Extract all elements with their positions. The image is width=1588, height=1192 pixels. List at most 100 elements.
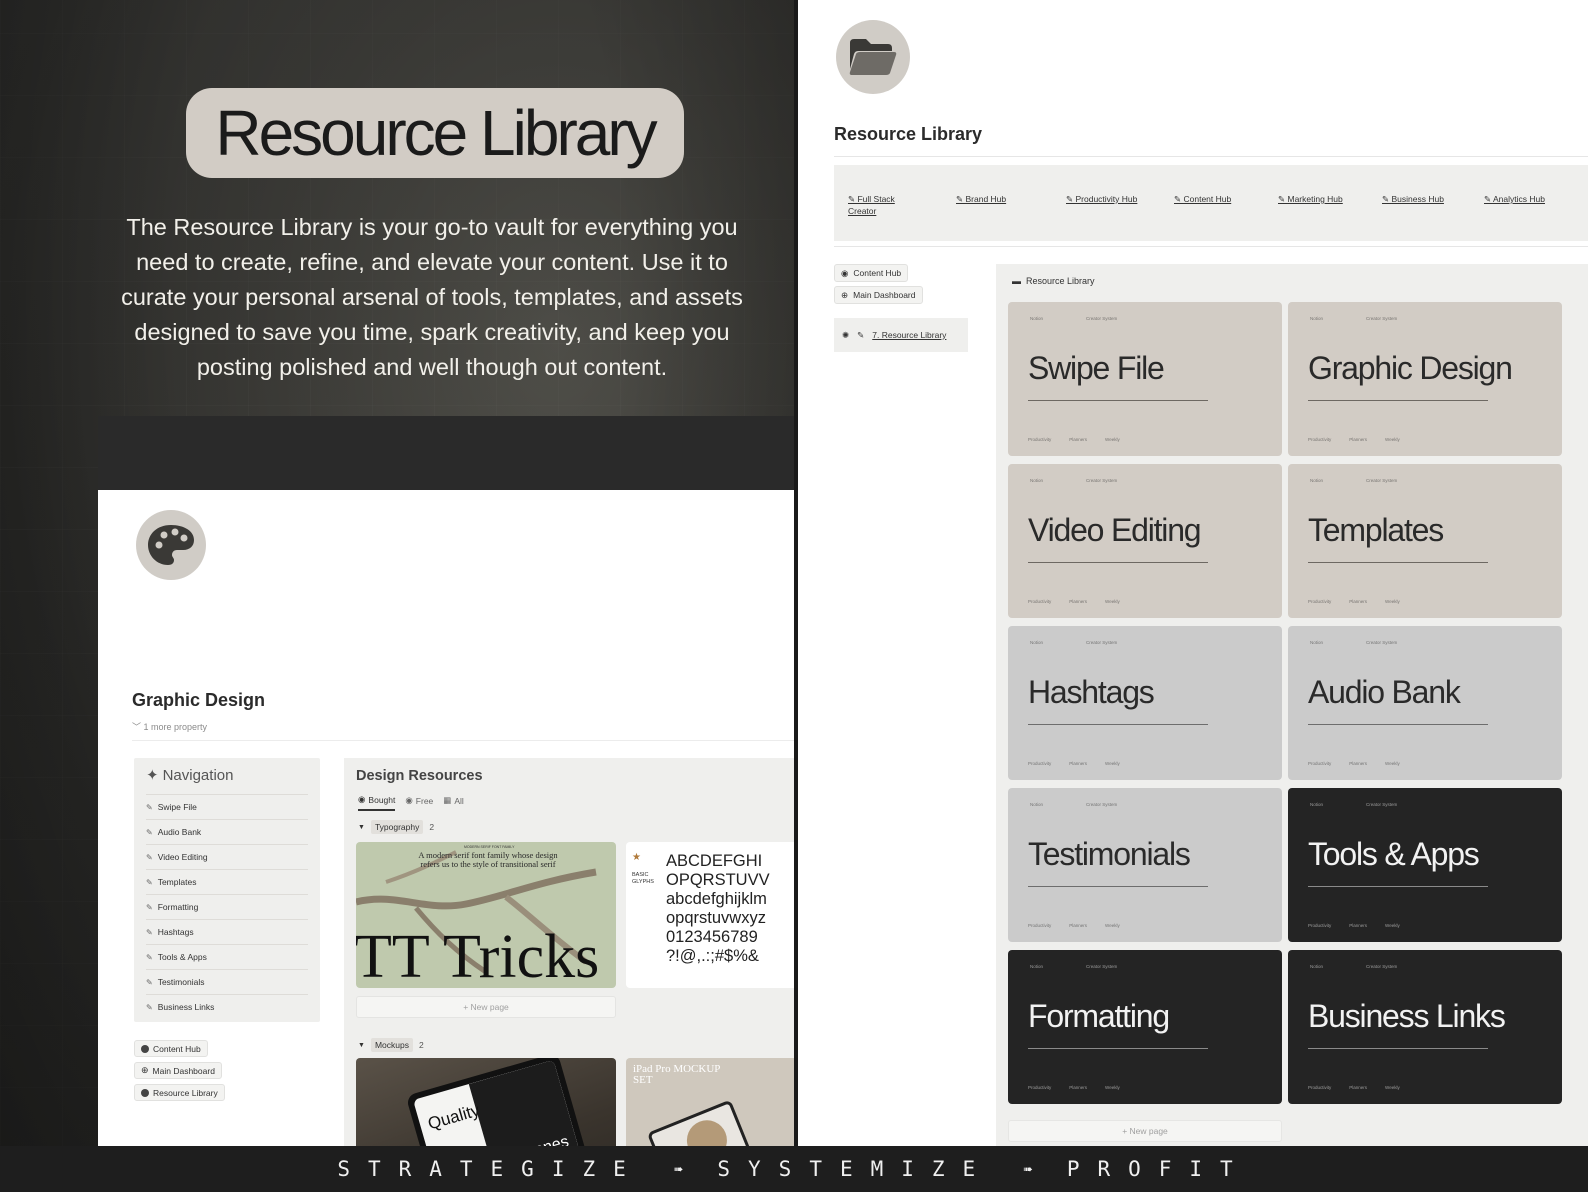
content-hub-link[interactable]: ◉ Content Hub <box>834 264 909 282</box>
tile-foot-label: Productivity <box>1308 599 1332 604</box>
page-link-icon: ✎ <box>146 1002 153 1012</box>
nav-item-label: Swipe File <box>157 802 197 812</box>
database-title: Design Resources <box>356 768 483 784</box>
typography-card-tt-tricks[interactable]: MODERN SERIF FONT FAMILY A modern serif … <box>356 842 616 988</box>
tab-label: Free <box>415 795 434 806</box>
tile-underline <box>1028 562 1208 563</box>
breadcrumb[interactable]: ✺ ✎ 7. Resource Library <box>834 318 968 352</box>
navigation-callout: ✦ Navigation ✎ Swipe File ✎ Audio Bank ✎ Vi… <box>134 758 320 1022</box>
tile-testimonials[interactable]: Notion Creator System Testimonials Producti… <box>1008 788 1282 942</box>
hub-link-productivity[interactable]: ✎ Productivity Hub <box>1066 193 1137 205</box>
tile-meta-right: Creator System <box>1086 964 1118 969</box>
mockup-card-ipad-pro[interactable]: iPad Pro MOCKUP SET <box>626 1058 794 1150</box>
tab-all[interactable]: ▦ All <box>443 794 463 811</box>
tile-foot-label: Productivity <box>1308 1085 1332 1090</box>
tile-title: Swipe File <box>1028 350 1165 386</box>
tile-templates[interactable]: Notion Creator System Templates Productivit… <box>1288 464 1562 618</box>
content-hub-link[interactable]: Content Hub <box>134 1040 208 1057</box>
tile-video-editing[interactable]: Notion Creator System Video Editing Product… <box>1008 464 1282 618</box>
nav-item-testimonials[interactable]: ✎ Testimonials <box>146 969 308 994</box>
tile-foot-label: Weekly <box>1105 599 1120 604</box>
tile-meta-right: Creator System <box>1086 316 1118 321</box>
tile-foot-label: Weekly <box>1105 437 1120 442</box>
tile-audio-bank[interactable]: Notion Creator System Audio Bank Productivi… <box>1288 626 1562 780</box>
triangle-down-icon: ▼ <box>358 823 365 831</box>
tile-formatting[interactable]: Notion Creator System Formatting Productivi… <box>1008 950 1282 1104</box>
nav-item-tools-apps[interactable]: ✎ Tools & Apps <box>146 944 308 969</box>
tile-title: Hashtags <box>1028 674 1155 710</box>
tab-bought[interactable]: ◉ Bought <box>358 794 396 811</box>
group-typography[interactable]: ▼ Typography 2 <box>358 820 434 834</box>
tile-meta-right: Creator System <box>1086 640 1118 645</box>
tile-footer: Productivity Planners Weekly <box>1308 1085 1400 1090</box>
hub-icon: ◉ <box>841 267 849 278</box>
nav-item-hashtags[interactable]: ✎ Hashtags <box>146 919 308 944</box>
link-label: Resource Library <box>153 1087 218 1098</box>
new-page-button[interactable]: + New page <box>356 996 616 1018</box>
tile-underline <box>1028 724 1208 725</box>
tile-hashtags[interactable]: Notion Creator System Hashtags Productivity… <box>1008 626 1282 780</box>
nav-item-swipe-file[interactable]: ✎ Swipe File <box>146 794 308 819</box>
divider <box>132 740 794 741</box>
graphic-design-window: Graphic Design ﹀ 1 more property ✦ Navig… <box>98 416 794 1150</box>
tile-title: Tools & Apps <box>1308 836 1480 872</box>
tile-foot-label: Planners <box>1349 761 1368 766</box>
main-dashboard-link[interactable]: ⊕ Main Dashboard <box>134 1062 222 1079</box>
page-link-icon: ✎ <box>146 952 153 962</box>
hub-link-brand[interactable]: ✎ Brand Hub <box>956 193 1006 205</box>
nav-item-business-links[interactable]: ✎ Business Links <box>146 994 308 1019</box>
nav-item-templates[interactable]: ✎ Templates <box>146 869 308 894</box>
font-category: MODERN SERIF FONT FAMILY <box>464 845 515 849</box>
hub-link-marketing[interactable]: ✎ Marketing Hub <box>1278 193 1343 205</box>
glyph-line: ABCDEFGHI <box>666 852 763 870</box>
group-count: 2 <box>429 822 435 832</box>
navigation-title: Navigation <box>162 766 234 784</box>
page-link-icon: ✎ <box>146 927 153 937</box>
tile-swipe-file[interactable]: Notion Creator System Swipe File Productivi… <box>1008 302 1282 456</box>
new-page-button[interactable]: + New page <box>1008 1120 1282 1142</box>
hub-link-full-stack-creator[interactable]: ✎ Full Stack Creator <box>848 193 918 217</box>
tab-label: All <box>454 795 464 806</box>
hub-label: Analytics Hub <box>1493 194 1545 204</box>
tile-business-links[interactable]: Notion Creator System Business Links Produc… <box>1288 950 1562 1104</box>
palette-icon[interactable] <box>136 510 206 580</box>
tagline-word-profit: PROFIT <box>1066 1157 1251 1181</box>
folder-icon[interactable] <box>836 20 910 94</box>
tablet-screen: Quality Scenes <box>413 1059 581 1150</box>
page-link-icon: ✎ <box>146 977 153 987</box>
tab-free[interactable]: ◉ Free <box>405 794 433 811</box>
more-property-toggle[interactable]: ﹀ 1 more property <box>132 720 207 733</box>
group-mockups[interactable]: ▼ Mockups 2 <box>358 1038 424 1052</box>
mockup-card-quality-scenes[interactable]: Quality Scenes <box>356 1058 616 1150</box>
resource-library-window: Resource Library ✎ Full Stack Creator ✎ … <box>794 0 1588 1150</box>
tile-meta-left: Notion <box>1310 802 1324 807</box>
main-dashboard-link[interactable]: ⊕ Main Dashboard <box>834 286 923 304</box>
hub-link-content[interactable]: ✎ Content Hub <box>1174 193 1231 205</box>
tile-foot-label: Weekly <box>1105 761 1120 766</box>
tile-title: Business Links <box>1308 998 1506 1034</box>
tile-graphic-design[interactable]: Notion Creator System Graphic Design Produc… <box>1288 302 1562 456</box>
glyph-line: abcdefghijklm <box>666 890 767 908</box>
glyph-line: 0123456789 <box>666 928 758 946</box>
tile-footer: Productivity Planners Weekly <box>1308 599 1400 604</box>
tile-tools-apps[interactable]: Notion Creator System Tools & Apps Producti… <box>1288 788 1562 942</box>
tile-meta-left: Notion <box>1030 640 1044 645</box>
tile-foot-label: Productivity <box>1028 599 1052 604</box>
nav-item-formatting[interactable]: ✎ Formatting <box>146 894 308 919</box>
tile-title: Video Editing <box>1028 512 1202 548</box>
tile-underline <box>1028 1048 1208 1049</box>
page-cover <box>98 416 794 490</box>
tagline-word-systemize: SYSTEMIZE <box>717 1157 994 1181</box>
nav-item-video-editing[interactable]: ✎ Video Editing <box>146 844 308 869</box>
resource-library-link[interactable]: Resource Library <box>134 1084 225 1101</box>
typography-card-glyphs[interactable]: ★ BASIC GLYPHS ABCDEFGHI OPQRSTUVV abcde… <box>626 842 794 988</box>
page-link-icon: ✎ <box>146 827 153 837</box>
link-label: Main Dashboard <box>853 290 916 300</box>
sparkle-icon: ✦ <box>146 767 159 784</box>
hub-icon <box>141 1088 149 1097</box>
nav-item-audio-bank[interactable]: ✎ Audio Bank <box>146 819 308 844</box>
hub-link-business[interactable]: ✎ Business Hub <box>1382 193 1444 205</box>
page-title: Graphic Design <box>132 690 266 710</box>
hub-link-analytics[interactable]: ✎ Analytics Hub <box>1484 193 1545 205</box>
folder-icon: ▬ <box>1012 276 1021 286</box>
